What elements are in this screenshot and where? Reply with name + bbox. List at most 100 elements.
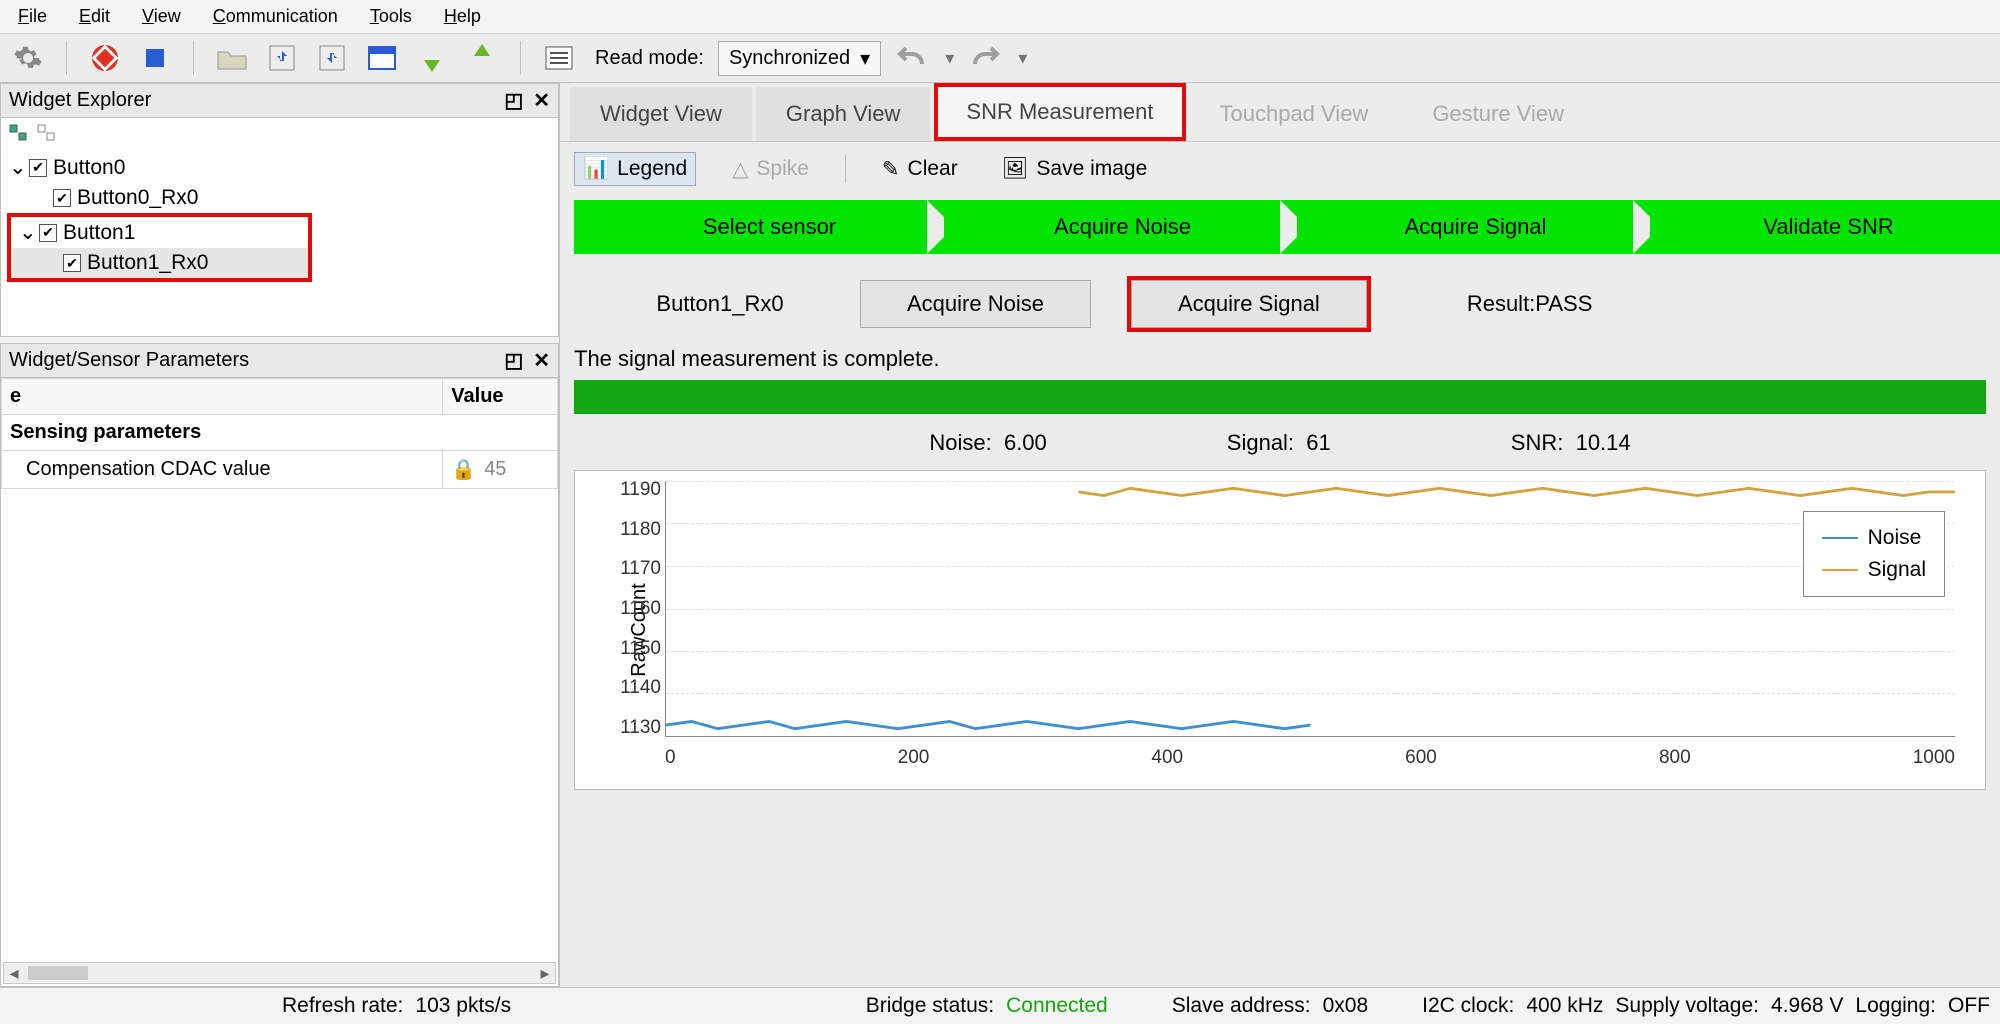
snr-value: 10.14: [1576, 430, 1631, 455]
chart-y-ticks: 1190118011701160115011401130: [611, 479, 661, 739]
tree-item-button0[interactable]: ⌄ ✔ Button0: [1, 152, 558, 183]
tree-item-label: Button1: [63, 221, 135, 245]
stop-icon[interactable]: [137, 40, 173, 76]
menu-bar: File Edit View Communication Tools Help: [0, 0, 2000, 34]
logging-label: Logging:: [1855, 994, 1936, 1018]
read-mode-value: Synchronized: [729, 47, 850, 70]
tree-item-button0-rx0[interactable]: ✔ Button0_Rx0: [1, 183, 558, 213]
read-mode-label: Read mode:: [595, 47, 704, 70]
bridge-label: Bridge status:: [866, 994, 994, 1018]
collapse-all-icon[interactable]: [37, 124, 57, 142]
legend-toggle[interactable]: 📊Legend: [574, 152, 696, 186]
menu-edit[interactable]: Edit: [69, 2, 120, 31]
menu-file[interactable]: File: [8, 2, 57, 31]
i2c-label: I2C clock:: [1422, 994, 1514, 1018]
snr-result-label: Result:PASS: [1467, 291, 1593, 317]
chart-legend: Noise Signal: [1803, 511, 1945, 597]
param-section: Sensing parameters: [2, 415, 558, 451]
status-message: The signal measurement is complete.: [560, 346, 2000, 380]
noise-series: [666, 721, 1311, 728]
save-label: Save image: [1036, 157, 1147, 181]
signal-series: [1078, 488, 1955, 495]
tab-snr-measurement[interactable]: SNR Measurement: [934, 83, 1185, 141]
chevron-down-icon[interactable]: ⌄: [9, 155, 23, 180]
logging-value: OFF: [1948, 994, 1990, 1018]
spike-toggle[interactable]: △ Spike: [724, 153, 817, 186]
acquire-noise-button[interactable]: Acquire Noise: [860, 280, 1091, 328]
chevron-down-icon[interactable]: ⌄: [19, 220, 33, 245]
tab-touchpad-view[interactable]: Touchpad View: [1190, 87, 1399, 141]
checkbox[interactable]: ✔: [53, 189, 71, 207]
read-mode-combo[interactable]: Synchronized ▾: [718, 41, 881, 76]
open-folder-icon[interactable]: [214, 40, 250, 76]
params-title: Widget/Sensor Parameters: [9, 349, 249, 372]
lock-icon: 🔒: [451, 457, 476, 482]
explorer-toolbar: [1, 118, 558, 148]
main-toolbar: Read mode: Synchronized▾ ▾ ▾: [0, 34, 2000, 83]
tab-gesture-view[interactable]: Gesture View: [1402, 87, 1594, 141]
save-image-button[interactable]: 🖼Save image: [994, 153, 1156, 185]
clear-label: Clear: [908, 157, 958, 181]
menu-view[interactable]: View: [132, 2, 191, 31]
close-icon[interactable]: ✕: [533, 88, 550, 113]
slave-value: 0x08: [1323, 994, 1369, 1018]
acquire-signal-button[interactable]: Acquire Signal: [1131, 280, 1367, 328]
step-select-sensor: Select sensor: [574, 200, 945, 254]
col-value[interactable]: Value: [443, 379, 558, 415]
checkbox[interactable]: ✔: [39, 224, 57, 242]
progress-bar: [574, 380, 1986, 414]
legend-noise: Noise: [1868, 526, 1922, 550]
settings-gear-icon[interactable]: [10, 40, 46, 76]
i2c-value: 400 kHz: [1526, 994, 1603, 1018]
action-row: Button1_Rx0 Acquire Noise Acquire Signal…: [560, 272, 2000, 346]
menu-communication[interactable]: Communication: [203, 2, 348, 31]
spike-label: Spike: [756, 157, 809, 181]
status-bar: Refresh rate: 103 pkts/s Bridge status: …: [0, 987, 2000, 1024]
undock-icon[interactable]: ◰: [504, 348, 523, 373]
step-breadcrumbs: Select sensor Acquire Noise Acquire Sign…: [574, 200, 1986, 254]
step-validate-snr: Validate SNR: [1633, 200, 2000, 254]
legend-signal: Signal: [1868, 558, 1926, 582]
disconnect-icon[interactable]: [87, 40, 123, 76]
close-icon[interactable]: ✕: [533, 348, 550, 373]
upload-icon[interactable]: [314, 40, 350, 76]
spike-icon: △: [732, 157, 748, 182]
menu-help[interactable]: Help: [434, 2, 491, 31]
tree-item-button1[interactable]: ⌄ ✔ Button1: [11, 217, 308, 248]
param-value-locked: 🔒 45: [451, 457, 549, 482]
redo-icon[interactable]: [968, 40, 1004, 76]
signal-label: Signal:: [1227, 430, 1294, 455]
params-title-bar: Widget/Sensor Parameters ◰ ✕: [1, 344, 558, 378]
slave-label: Slave address:: [1172, 994, 1311, 1018]
undo-icon[interactable]: [895, 40, 931, 76]
checkbox[interactable]: ✔: [29, 159, 47, 177]
export-arrow-icon[interactable]: [464, 40, 500, 76]
import-arrow-icon[interactable]: [414, 40, 450, 76]
tree-item-label: Button1_Rx0: [87, 251, 208, 275]
window-icon[interactable]: [364, 40, 400, 76]
step-acquire-signal: Acquire Signal: [1280, 200, 1651, 254]
legend-icon: 📊: [583, 157, 609, 181]
chevron-down-icon: ▾: [860, 46, 870, 71]
supply-value: 4.968 V: [1771, 994, 1843, 1018]
noise-label: Noise:: [929, 430, 991, 455]
horizontal-scrollbar[interactable]: ◂▸: [3, 962, 556, 984]
param-value: 45: [484, 458, 506, 481]
checkbox[interactable]: ✔: [63, 254, 81, 272]
list-view-icon[interactable]: [541, 40, 577, 76]
tab-widget-view[interactable]: Widget View: [570, 87, 752, 141]
noise-value: 6.00: [1004, 430, 1047, 455]
undock-icon[interactable]: ◰: [504, 88, 523, 113]
snr-label: SNR:: [1511, 430, 1564, 455]
clear-button[interactable]: ✎Clear: [874, 153, 966, 186]
snr-metrics: Noise: 6.00 Signal: 61 SNR: 10.14: [560, 430, 2000, 470]
main-tabs: Widget View Graph View SNR Measurement T…: [560, 83, 2000, 141]
col-name[interactable]: e: [2, 379, 443, 415]
signal-value: 61: [1306, 430, 1330, 455]
download-icon[interactable]: [264, 40, 300, 76]
tab-graph-view[interactable]: Graph View: [756, 87, 931, 141]
tree-item-button1-rx0[interactable]: ✔ Button1_Rx0: [11, 248, 308, 278]
step-acquire-noise: Acquire Noise: [927, 200, 1298, 254]
expand-all-icon[interactable]: [9, 124, 29, 142]
menu-tools[interactable]: Tools: [360, 2, 422, 31]
